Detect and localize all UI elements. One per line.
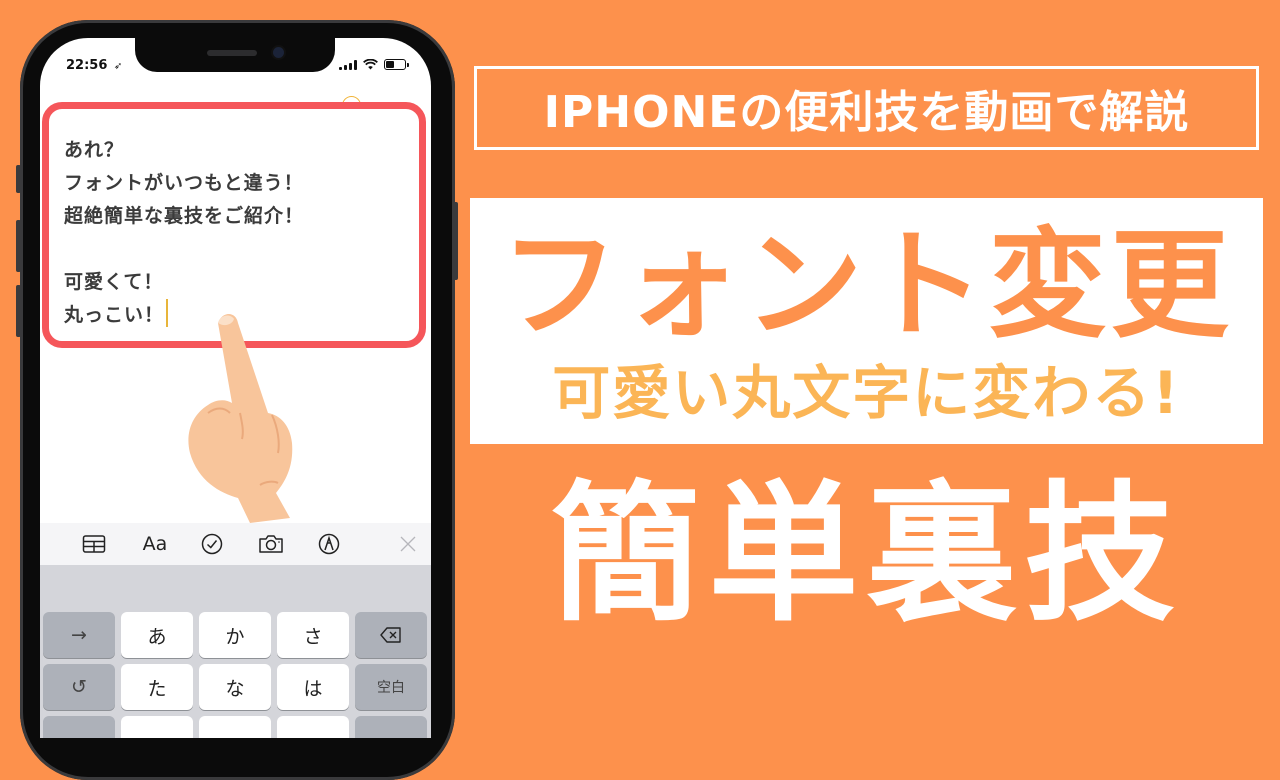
silent-switch <box>16 165 21 193</box>
text-format-icon[interactable]: Aa <box>140 533 170 555</box>
status-bar-time: 22:56 ➶ <box>66 58 122 73</box>
front-camera <box>273 47 284 58</box>
key-delete[interactable] <box>355 612 427 658</box>
note-line <box>64 233 304 266</box>
main-title: フォント変更 <box>500 216 1233 354</box>
main-title-card: フォント変更 可愛い丸文字に変わる! <box>470 198 1263 444</box>
text-cursor <box>166 299 169 327</box>
battery-tip <box>407 62 409 67</box>
phone-screen: 22:56 ➶ あれ？ フォントがいつもと違う！ 超絶簡単な裏技をご紹介！ 可愛… <box>40 38 431 738</box>
cellular-signal-icon <box>339 59 357 70</box>
pointing-hand-icon <box>188 314 293 523</box>
volume-up-button <box>16 220 21 272</box>
key-row3[interactable] <box>355 716 427 738</box>
key-next-arrow[interactable]: → <box>43 612 115 658</box>
table-icon[interactable] <box>82 533 106 555</box>
power-button <box>453 202 458 280</box>
key-row3[interactable] <box>277 716 349 738</box>
sub-title: 可愛い丸文字に変わる! <box>552 359 1181 427</box>
note-line-text: 丸っこい！ <box>64 304 165 326</box>
delete-backspace-icon <box>380 627 401 643</box>
japanese-keyboard: → あ か さ ↺ た な は 空白 <box>40 565 431 738</box>
note-line: 超絶簡単な裏技をご紹介！ <box>64 205 305 227</box>
close-icon[interactable] <box>399 533 417 555</box>
key-undo[interactable]: ↺ <box>43 664 115 710</box>
note-line: あれ？ <box>64 139 125 161</box>
camera-icon[interactable] <box>258 533 284 555</box>
key-a[interactable]: あ <box>121 612 193 658</box>
top-banner: IPHONEの便利技を動画で解説 <box>474 66 1259 150</box>
notch <box>135 38 335 72</box>
checklist-icon[interactable] <box>201 533 223 555</box>
battery-icon <box>384 59 406 70</box>
markup-pen-icon[interactable] <box>318 533 340 555</box>
top-banner-text: IPHONEの便利技を動画で解説 <box>543 87 1190 138</box>
key-space[interactable]: 空白 <box>355 664 427 710</box>
key-row3[interactable] <box>121 716 193 738</box>
note-line: 可愛くて！ <box>64 271 164 293</box>
key-na[interactable]: な <box>199 664 271 710</box>
location-arrow-icon: ➶ <box>113 61 123 72</box>
status-bar-right <box>339 59 409 70</box>
key-row3[interactable] <box>199 716 271 738</box>
key-row3[interactable] <box>43 716 115 738</box>
key-ka[interactable]: か <box>199 612 271 658</box>
bottom-title: 簡単裏技 <box>550 468 1183 642</box>
key-sa[interactable]: さ <box>277 612 349 658</box>
key-ta[interactable]: た <box>121 664 193 710</box>
time-text: 22:56 <box>66 58 108 73</box>
key-ha[interactable]: は <box>277 664 349 710</box>
wifi-icon <box>363 59 378 70</box>
volume-down-button <box>16 285 21 337</box>
notes-toolbar: Aa <box>40 523 431 565</box>
note-line: フォントがいつもと違う！ <box>64 172 304 194</box>
earpiece-speaker <box>207 50 257 56</box>
